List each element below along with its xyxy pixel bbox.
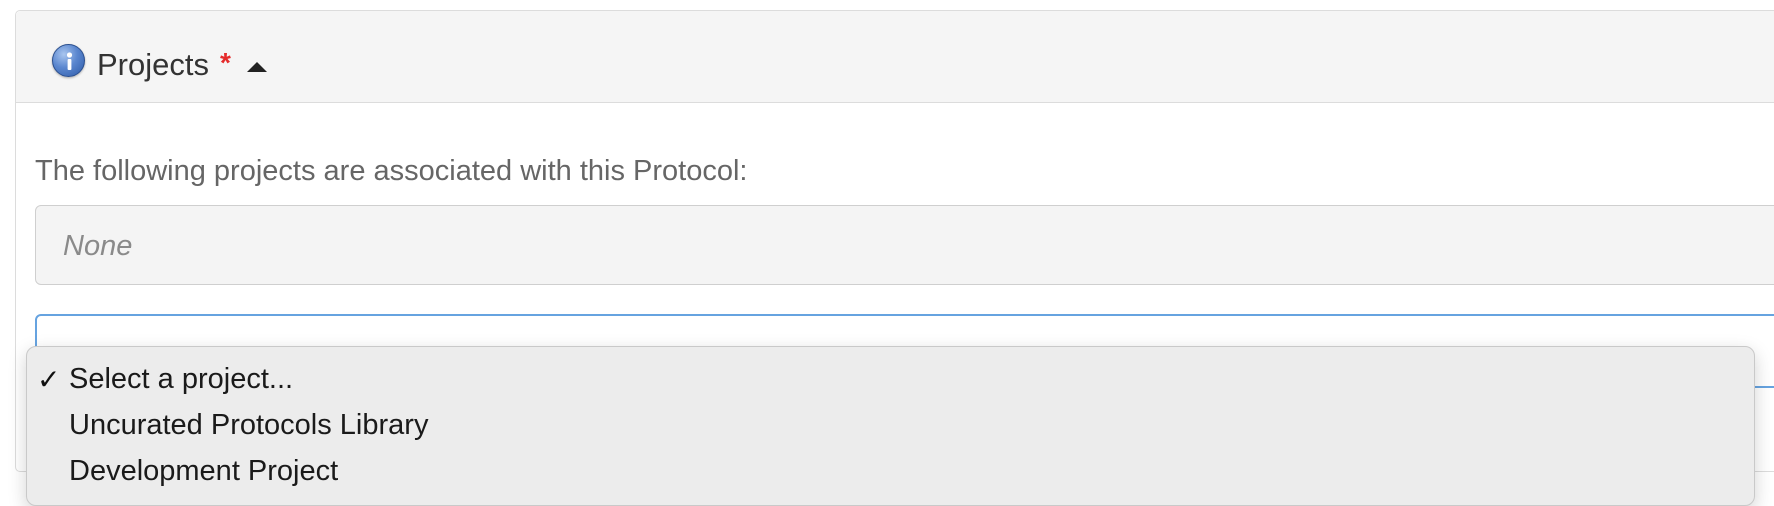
project-dropdown-menu: ✓ Select a project... Uncurated Protocol… (26, 346, 1755, 506)
dropdown-option-uncurated-protocols-library[interactable]: Uncurated Protocols Library (27, 403, 1754, 447)
associated-projects-description: The following projects are associated wi… (35, 155, 748, 187)
dropdown-option-label: Uncurated Protocols Library (69, 409, 429, 441)
dropdown-option-label: Development Project (69, 455, 339, 487)
panel-heading[interactable]: Projects * (16, 11, 1774, 103)
dropdown-option-label: Select a project... (69, 363, 294, 395)
info-icon[interactable] (52, 44, 85, 77)
panel-title: Projects (97, 47, 209, 82)
checkmark-icon: ✓ (37, 364, 61, 395)
associated-projects-box: None (35, 205, 1774, 285)
dropdown-option-development-project[interactable]: Development Project (27, 449, 1754, 493)
caret-up-icon[interactable] (247, 62, 267, 72)
associated-projects-value: None (63, 230, 133, 262)
dropdown-option-select-a-project[interactable]: ✓ Select a project... (27, 357, 1754, 401)
required-marker: * (220, 47, 231, 78)
